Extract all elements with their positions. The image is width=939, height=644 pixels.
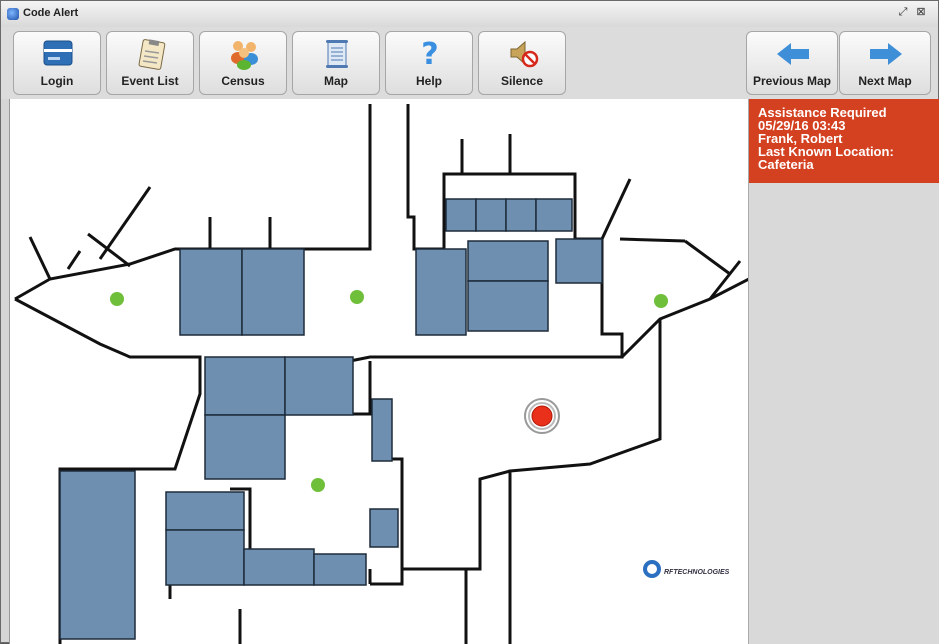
question-mark-icon: ? <box>421 38 438 70</box>
restore-icon[interactable]: ⤢ <box>897 6 909 18</box>
previous-map-button[interactable]: Previous Map <box>746 31 838 95</box>
room <box>535 198 573 232</box>
location-marker[interactable] <box>654 294 668 308</box>
room <box>241 248 305 336</box>
room <box>555 238 603 284</box>
census-button[interactable]: Census <box>199 31 287 95</box>
room <box>467 240 549 282</box>
help-label: Help <box>415 74 442 88</box>
alert-location-value: Cafeteria <box>758 157 814 172</box>
assistance-alert[interactable]: Assistance Required 05/29/16 03:43 Frank… <box>749 99 939 183</box>
mute-speaker-icon <box>510 40 539 68</box>
event-list-label: Event List <box>121 74 179 88</box>
app-logo-icon <box>7 8 19 20</box>
room <box>369 508 399 548</box>
people-icon <box>231 41 258 70</box>
room <box>467 280 549 332</box>
event-list-button[interactable]: Event List <box>106 31 194 95</box>
room <box>59 470 136 640</box>
silence-label: Silence <box>500 74 544 88</box>
alert-sidebar: Assistance Required 05/29/16 03:43 Frank… <box>748 99 939 644</box>
login-button[interactable]: Login <box>13 31 101 95</box>
room <box>475 198 507 232</box>
app-window: Code Alert ⤢ ⊠ Login Event List Census M… <box>0 0 939 644</box>
map-label: Map <box>324 74 348 88</box>
floor-map[interactable]: RFTECHNOLOGIES <box>9 99 749 644</box>
alarm-indicator[interactable] <box>524 398 560 434</box>
room <box>505 198 537 232</box>
login-label: Login <box>40 74 74 88</box>
room <box>204 356 286 416</box>
census-label: Census <box>221 74 265 88</box>
silence-button[interactable]: Silence <box>478 31 566 95</box>
login-card-icon <box>43 40 73 66</box>
previous-map-label: Previous Map <box>752 74 832 88</box>
map-button[interactable]: Map <box>292 31 380 95</box>
clipboard-icon <box>138 39 166 70</box>
svg-text:?: ? <box>421 38 438 70</box>
room <box>165 529 245 586</box>
close-icon[interactable]: ⊠ <box>915 6 927 18</box>
title-bar: Code Alert ⤢ ⊠ <box>1 1 938 28</box>
room <box>165 491 245 531</box>
next-map-label: Next Map <box>858 74 912 88</box>
floor-plan: RFTECHNOLOGIES <box>14 104 749 644</box>
arrow-left-icon <box>777 43 809 65</box>
room <box>313 553 367 586</box>
help-button[interactable]: ? Help <box>385 31 473 95</box>
window-title: Code Alert <box>23 7 79 19</box>
arrow-right-icon <box>870 43 902 65</box>
room <box>243 548 315 586</box>
rf-technologies-logo: RFTECHNOLOGIES <box>643 560 730 578</box>
location-marker[interactable] <box>350 290 364 304</box>
logo-text: RFTECHNOLOGIES <box>664 569 730 576</box>
room <box>415 248 467 336</box>
room <box>371 398 393 462</box>
room <box>284 356 354 416</box>
location-marker[interactable] <box>311 478 325 492</box>
room <box>445 198 477 232</box>
room <box>204 414 286 480</box>
toolbar: Login Event List Census Map ? Help Silen… <box>1 27 938 99</box>
next-map-button[interactable]: Next Map <box>839 31 931 95</box>
location-marker[interactable] <box>110 292 124 306</box>
rooms <box>59 198 603 640</box>
map-scroll-icon <box>326 40 348 68</box>
room <box>179 248 243 336</box>
